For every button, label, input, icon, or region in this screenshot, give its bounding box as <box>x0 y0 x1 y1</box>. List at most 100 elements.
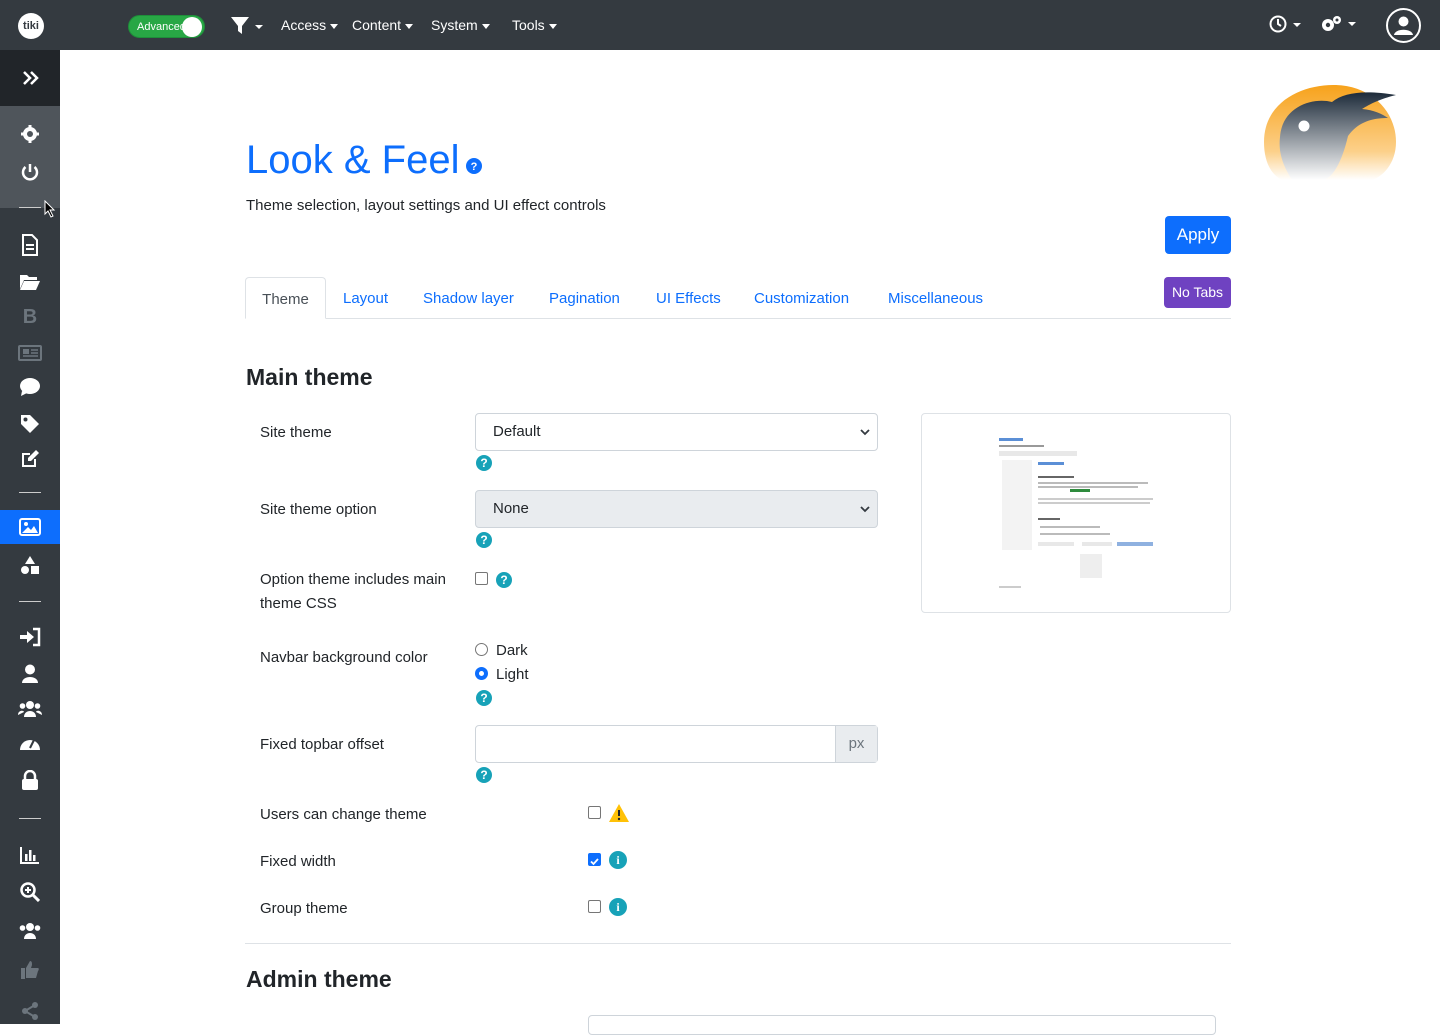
check-icon <box>590 858 599 866</box>
advanced-mode-toggle[interactable]: Advanced <box>128 15 205 38</box>
edit-icon[interactable] <box>0 442 60 476</box>
menu-tools-label: Tools <box>512 17 545 33</box>
search-plus-icon[interactable] <box>0 875 60 909</box>
sidebar-divider <box>19 207 41 208</box>
site-theme-option-select[interactable]: None <box>475 490 878 528</box>
info-icon[interactable]: i <box>609 898 627 916</box>
power-icon[interactable] <box>0 155 60 189</box>
help-icon[interactable]: ? <box>496 572 512 588</box>
caret-down-icon <box>405 23 414 29</box>
page-title: Look & Feel <box>246 138 460 182</box>
site-theme-select[interactable]: Default <box>475 413 878 451</box>
image-icon[interactable] <box>0 510 60 544</box>
comment-icon[interactable] <box>0 370 60 404</box>
caret-down-icon <box>481 23 490 29</box>
caret-down-icon <box>548 23 557 29</box>
cogs-icon[interactable] <box>1320 14 1358 39</box>
filter-icon[interactable] <box>230 16 264 41</box>
tabs-divider <box>245 318 1231 319</box>
bold-b-icon[interactable]: B <box>0 300 60 334</box>
folder-open-icon[interactable] <box>0 265 60 299</box>
menu-system-label: System <box>431 17 478 33</box>
share-icon[interactable] <box>0 994 60 1028</box>
caret-down-icon <box>330 23 339 29</box>
users-change-theme-checkbox[interactable] <box>588 806 601 819</box>
tab-ui-effects[interactable]: UI Effects <box>656 290 721 307</box>
apply-button[interactable]: Apply <box>1165 216 1231 254</box>
top-navbar: tiki Advanced Access Content System Tool… <box>0 0 1440 50</box>
tachometer-icon[interactable] <box>0 726 60 760</box>
question-circle-icon[interactable]: ? <box>466 158 482 179</box>
clock-icon[interactable] <box>1268 14 1302 39</box>
svg-text:?: ? <box>471 161 478 173</box>
tab-shadow-layer[interactable]: Shadow layer <box>423 290 514 307</box>
chevron-down-icon <box>860 429 870 436</box>
navbar-light-radio[interactable] <box>475 667 488 680</box>
navbar-dark-label: Dark <box>496 642 528 659</box>
group-theme-label: Group theme <box>260 900 348 917</box>
newspaper-icon[interactable] <box>0 336 60 370</box>
mouse-cursor-icon <box>44 200 56 218</box>
sidebar-divider <box>19 818 41 819</box>
tiki-logo[interactable]: tiki <box>18 13 44 39</box>
chart-bar-icon[interactable] <box>0 838 60 872</box>
admin-theme-select[interactable] <box>588 1015 1216 1035</box>
sidebar-settings-block <box>0 106 60 208</box>
tab-miscellaneous[interactable]: Miscellaneous <box>888 290 983 307</box>
sidebar-divider <box>19 601 41 602</box>
double-chevron-right-icon <box>23 71 39 85</box>
gear-icon[interactable] <box>0 117 60 151</box>
sign-in-icon[interactable] <box>0 620 60 654</box>
option-includes-css-checkbox[interactable] <box>475 572 488 585</box>
tiki-mascot-logo <box>1262 82 1398 187</box>
help-icon[interactable]: ? <box>476 767 492 783</box>
navbar-light-label: Light <box>496 666 529 683</box>
toggle-knob <box>182 17 202 37</box>
menu-access[interactable]: Access <box>281 17 339 33</box>
sidebar-expand-button[interactable] <box>0 50 60 106</box>
warning-triangle-icon[interactable] <box>608 803 630 828</box>
user-group-icon[interactable] <box>0 914 60 948</box>
topbar-offset-input[interactable]: px <box>475 725 878 763</box>
site-theme-value: Default <box>493 423 541 440</box>
user-avatar-icon[interactable] <box>1386 8 1421 43</box>
users-change-theme-label: Users can change theme <box>260 806 427 823</box>
shapes-icon[interactable] <box>0 548 60 582</box>
file-icon[interactable] <box>0 228 60 262</box>
fixed-width-checkbox[interactable] <box>588 853 601 866</box>
menu-content-label: Content <box>352 17 402 33</box>
sidebar: B <box>0 50 60 1024</box>
section-divider <box>245 943 1231 944</box>
tag-icon[interactable] <box>0 407 60 441</box>
option-includes-css-label: Option theme includes main theme CSS <box>260 571 446 612</box>
info-icon[interactable]: i <box>609 851 627 869</box>
tab-pagination[interactable]: Pagination <box>549 290 620 307</box>
menu-tools[interactable]: Tools <box>512 17 557 33</box>
thumbs-up-icon[interactable] <box>0 953 60 987</box>
site-theme-option-label: Site theme option <box>260 501 377 518</box>
navbar-bg-label: Navbar background color <box>260 649 428 666</box>
lock-icon[interactable] <box>0 763 60 797</box>
tab-layout[interactable]: Layout <box>343 290 388 307</box>
group-theme-checkbox[interactable] <box>588 900 601 913</box>
page-description: Theme selection, layout settings and UI … <box>246 197 606 214</box>
px-unit-addon: px <box>835 726 877 762</box>
navbar-dark-radio[interactable] <box>475 643 488 656</box>
help-icon[interactable]: ? <box>476 455 492 471</box>
toggle-label: Advanced <box>137 21 186 33</box>
chevron-down-icon <box>860 506 870 513</box>
menu-system[interactable]: System <box>431 17 490 33</box>
sidebar-divider <box>19 492 41 493</box>
fixed-width-label: Fixed width <box>260 853 336 870</box>
help-icon[interactable]: ? <box>476 690 492 706</box>
user-icon[interactable] <box>0 657 60 691</box>
tab-theme[interactable]: Theme <box>245 277 326 319</box>
menu-content[interactable]: Content <box>352 17 414 33</box>
help-icon[interactable]: ? <box>476 532 492 548</box>
main-theme-heading: Main theme <box>246 364 373 390</box>
menu-access-label: Access <box>281 17 327 33</box>
site-theme-label: Site theme <box>260 424 332 441</box>
users-icon[interactable] <box>0 692 60 726</box>
tab-customization[interactable]: Customization <box>754 290 849 307</box>
no-tabs-button[interactable]: No Tabs <box>1164 277 1231 308</box>
